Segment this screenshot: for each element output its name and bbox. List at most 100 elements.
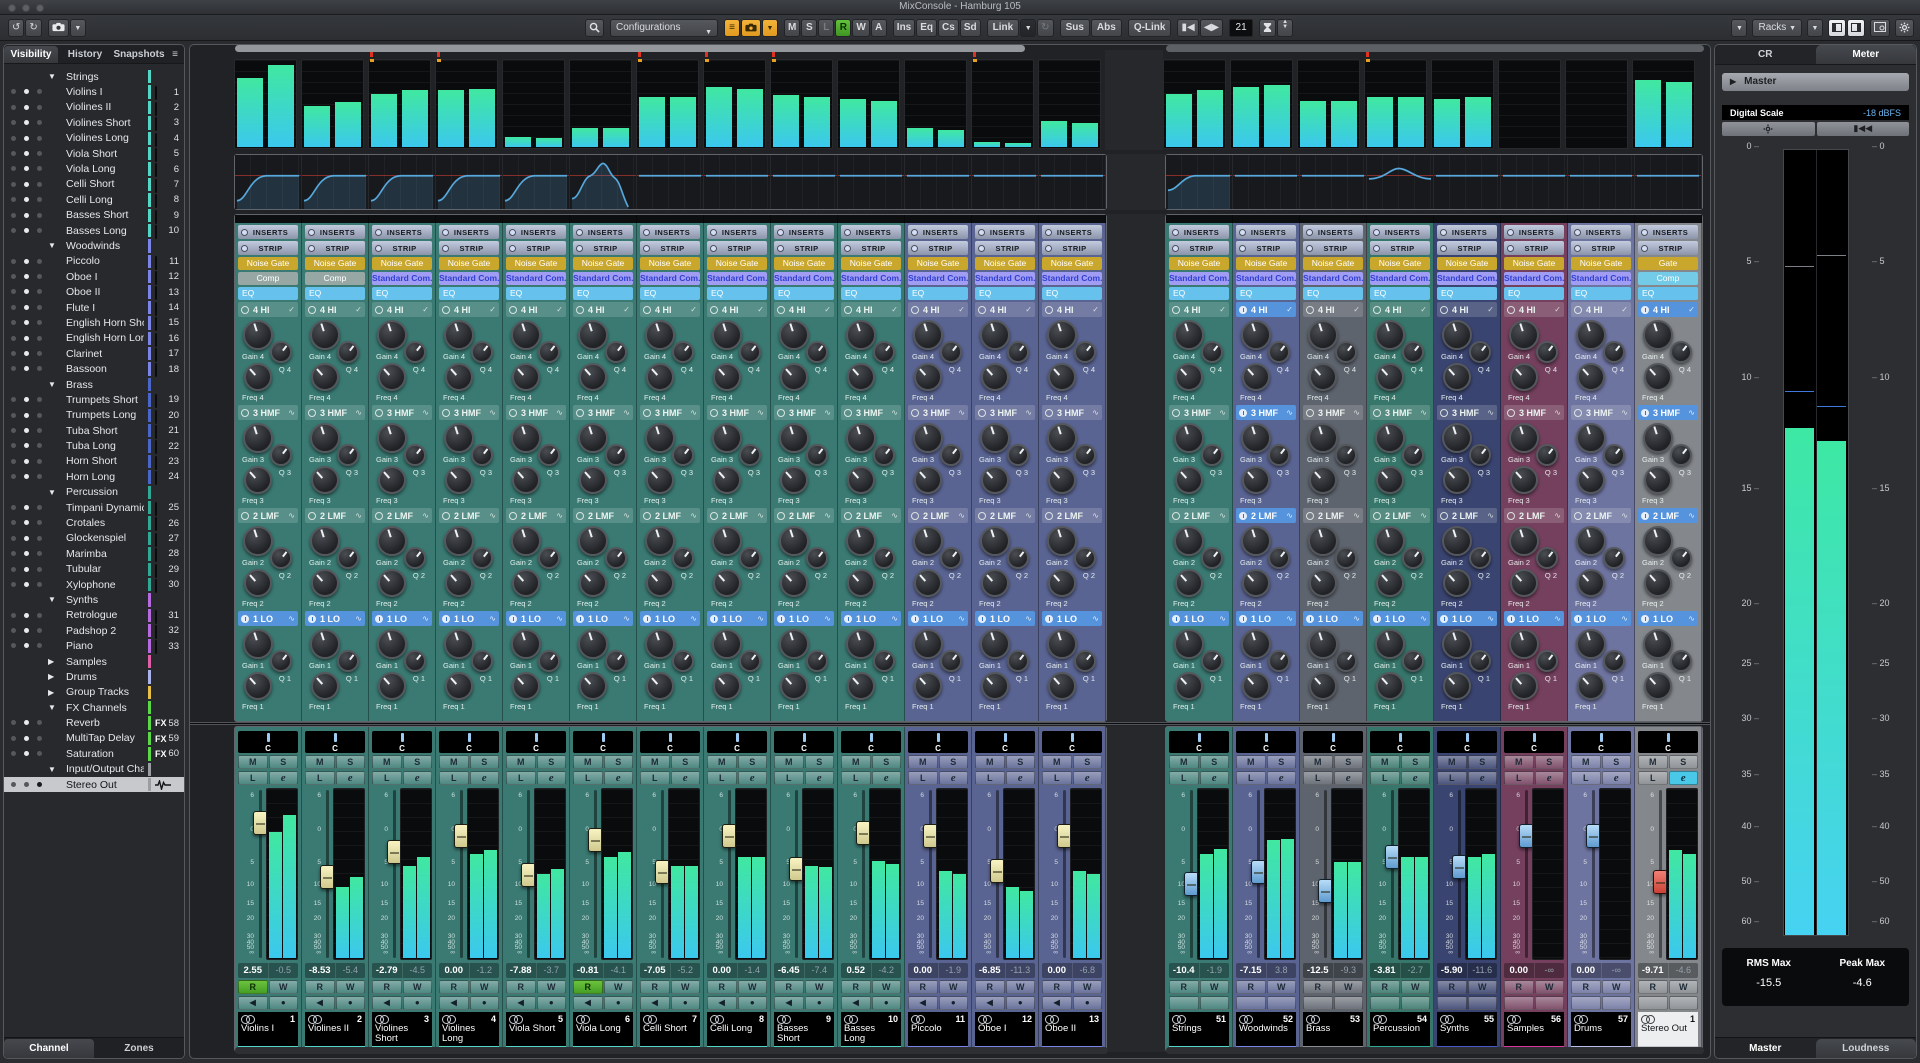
q-knob[interactable] <box>1469 444 1491 466</box>
gain-knob[interactable] <box>1375 526 1405 556</box>
gain-knob[interactable] <box>1643 526 1673 556</box>
eq-band-header-1-lo[interactable]: 1 LO ∿ <box>1437 611 1497 626</box>
visibility-dots[interactable] <box>11 320 42 326</box>
solo-button[interactable]: S <box>1072 755 1102 769</box>
read-automation-button[interactable]: R <box>1571 980 1601 994</box>
gain-knob[interactable] <box>712 423 742 453</box>
band-power-icon[interactable] <box>978 614 986 623</box>
mute-button[interactable]: M <box>1437 755 1467 769</box>
band-power-icon[interactable] <box>777 614 785 623</box>
sus-button[interactable]: Sus <box>1059 19 1090 37</box>
gain-knob[interactable] <box>980 320 1010 350</box>
band-power-icon[interactable] <box>442 305 450 314</box>
freq-knob[interactable] <box>579 466 607 494</box>
sidebar-group-brass[interactable]: ▼ Brass <box>4 377 184 392</box>
sidebar-group-fx-channels[interactable]: ▼ FX Channels <box>4 700 184 715</box>
inserts-header[interactable]: INSERTS <box>640 225 700 239</box>
monitor-button[interactable] <box>1303 996 1333 1010</box>
freq-knob[interactable] <box>1644 466 1672 494</box>
write-automation-button[interactable]: W <box>603 980 633 994</box>
q-knob[interactable] <box>404 547 426 569</box>
mute-button[interactable]: M <box>841 755 871 769</box>
band-power-icon[interactable] <box>442 511 450 520</box>
mute-button[interactable]: M <box>506 755 536 769</box>
q-knob[interactable] <box>1603 547 1625 569</box>
visibility-dots[interactable] <box>11 643 42 649</box>
strip-led-icon[interactable] <box>1440 244 1447 252</box>
peak-value[interactable]: -1.9 <box>1198 963 1230 978</box>
gate-slot[interactable]: Noise Gate <box>1236 257 1296 270</box>
channel-name-box[interactable]: 11 Piccolo <box>908 1012 968 1046</box>
read-automation-button[interactable]: R <box>506 980 536 994</box>
write-automation-button[interactable]: W <box>1072 980 1102 994</box>
solo-button[interactable]: S <box>603 755 633 769</box>
camera-icon[interactable] <box>741 19 761 37</box>
q-knob[interactable] <box>1268 547 1290 569</box>
band-power-icon[interactable] <box>576 408 584 417</box>
freq-knob[interactable] <box>244 363 272 391</box>
sidebar-item-flute-i[interactable]: Flute I 14 <box>4 300 184 316</box>
gain-knob[interactable] <box>1241 423 1271 453</box>
gain-knob[interactable] <box>1308 423 1338 453</box>
strip-header[interactable]: STRIP <box>573 241 633 255</box>
band-power-icon[interactable] <box>978 408 986 417</box>
q-knob[interactable] <box>1335 547 1357 569</box>
sidebar-item-timpani-dynamics[interactable]: Timpani Dynamics 25 <box>4 500 184 516</box>
q-knob[interactable] <box>471 650 493 672</box>
gate-slot[interactable]: Noise Gate <box>1303 257 1363 270</box>
eq-band-header-4-hi[interactable]: 4 HI ✓ <box>640 302 700 317</box>
peak-value[interactable]: -5.2 <box>669 963 701 978</box>
eq-curve-violins-i[interactable] <box>235 155 302 209</box>
peak-value[interactable]: -4.5 <box>401 963 433 978</box>
band-power-icon[interactable] <box>710 408 718 417</box>
meter-settings-button[interactable] <box>1722 122 1815 136</box>
eq-slot[interactable]: EQ <box>305 287 365 300</box>
band-power-icon[interactable] <box>911 305 919 314</box>
band-power-icon[interactable] <box>308 614 316 623</box>
eq-band-header-1-lo[interactable]: 1 LO ∿ <box>975 611 1035 626</box>
record-enable-button[interactable]: ● <box>603 996 633 1010</box>
visibility-dots[interactable] <box>11 397 42 403</box>
q-knob[interactable] <box>1074 341 1096 363</box>
q-knob[interactable] <box>1335 341 1357 363</box>
inserts-led-icon[interactable] <box>308 228 315 236</box>
listen-button[interactable]: L <box>439 771 469 785</box>
read-automation-button[interactable]: R <box>305 980 335 994</box>
strip-header[interactable]: STRIP <box>1236 241 1296 255</box>
strip-header[interactable]: STRIP <box>1571 241 1631 255</box>
strip-led-icon[interactable] <box>241 244 248 252</box>
freq-knob[interactable] <box>1175 569 1203 597</box>
eq-band-header-3-hmf[interactable]: 3 HMF ∿ <box>1236 405 1296 420</box>
peak-value[interactable]: -4.2 <box>870 963 902 978</box>
channel-name-box[interactable]: 10 Basses Long <box>841 1012 901 1046</box>
gain-knob[interactable] <box>1308 526 1338 556</box>
freq-knob[interactable] <box>445 569 473 597</box>
freq-knob[interactable] <box>780 466 808 494</box>
sidebar-group-percussion[interactable]: ▼ Percussion <box>4 485 184 500</box>
eq-band-header-1-lo[interactable]: 1 LO ∿ <box>1042 611 1102 626</box>
freq-knob[interactable] <box>1443 569 1471 597</box>
band-power-icon[interactable] <box>241 511 249 520</box>
freq-knob[interactable] <box>646 466 674 494</box>
visibility-dots[interactable] <box>11 150 42 156</box>
gate-slot[interactable]: Noise Gate <box>1169 257 1229 270</box>
gain-knob[interactable] <box>1643 320 1673 350</box>
freq-knob[interactable] <box>914 363 942 391</box>
listen-button[interactable]: L <box>1638 771 1668 785</box>
pan-control[interactable]: C <box>1504 731 1564 753</box>
gain-knob[interactable] <box>1174 526 1204 556</box>
q-knob[interactable] <box>1201 444 1223 466</box>
q-knob[interactable] <box>1536 444 1558 466</box>
eq-curve-samples[interactable] <box>1501 155 1568 209</box>
q-knob[interactable] <box>538 650 560 672</box>
strip-led-icon[interactable] <box>375 244 382 252</box>
gain-knob[interactable] <box>1442 526 1472 556</box>
gain-knob[interactable] <box>1442 320 1472 350</box>
freq-knob[interactable] <box>512 363 540 391</box>
compressor-slot[interactable]: Standard Com...or <box>707 272 767 285</box>
freq-knob[interactable] <box>244 672 272 700</box>
sidebar-item-viola-short[interactable]: Viola Short 5 <box>4 146 184 162</box>
record-enable-button[interactable]: ● <box>402 996 432 1010</box>
channel-name-box[interactable]: 55 Synths <box>1437 1012 1497 1046</box>
sidebar-item-trumpets-long[interactable]: Trumpets Long 20 <box>4 408 184 424</box>
